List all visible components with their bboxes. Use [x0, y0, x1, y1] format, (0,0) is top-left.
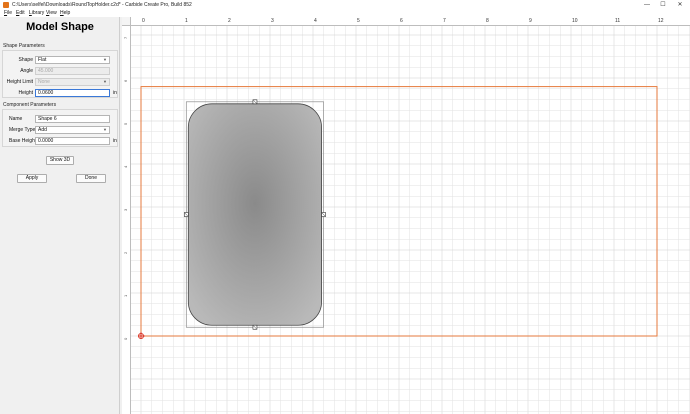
top-ruler-label: 2 [228, 18, 231, 24]
menu-edit[interactable]: Edit [16, 10, 25, 17]
top-ruler-label: 12 [658, 18, 664, 24]
chevron-down-icon: ▼ [103, 57, 107, 62]
panel-title: Model Shape [26, 21, 94, 33]
top-ruler-label: 4 [314, 18, 317, 24]
merge-type-label: Merge Type [9, 127, 36, 133]
carbide-app-icon [3, 2, 9, 8]
left-ruler-label: 4 [123, 165, 128, 168]
close-icon[interactable]: ✕ [673, 0, 687, 10]
menu-help[interactable]: Help [60, 10, 70, 17]
height-limit-dropdown: None ▼ [35, 78, 110, 86]
apply-button[interactable]: Apply [17, 174, 47, 183]
origin-marker-icon [138, 332, 145, 339]
component-parameters-group: Name Shape 6 Merge Type Add ▼ Base Heigh… [2, 109, 118, 147]
top-ruler-label: 8 [486, 18, 489, 24]
left-ruler-label: 5 [123, 122, 128, 125]
ruler-corner [122, 17, 131, 26]
top-ruler-label: 7 [443, 18, 446, 24]
base-height-label: Base Height [9, 138, 37, 144]
shape-parameters-label: Shape Parameters [3, 43, 45, 49]
minimize-icon[interactable]: — [640, 0, 654, 10]
left-ruler-label: 3 [123, 208, 128, 211]
shape-dropdown[interactable]: Flat ▼ [35, 56, 110, 64]
left-ruler-label: 0 [123, 337, 128, 340]
height-label: Height [18, 90, 33, 96]
top-ruler-label: 6 [400, 18, 403, 24]
left-ruler: 7 6 5 4 3 2 1 0 [122, 26, 131, 414]
chevron-down-icon: ▼ [103, 127, 107, 132]
menu-library[interactable]: Library [29, 10, 44, 17]
height-limit-value: None [38, 79, 50, 85]
top-ruler-label: 0 [142, 18, 145, 24]
height-input[interactable]: 0.0600 [35, 89, 110, 97]
angle-input: 45.000 [35, 67, 110, 75]
chevron-down-icon: ▼ [103, 79, 107, 84]
workspace-grid[interactable] [131, 26, 690, 414]
left-ruler-label: 7 [123, 36, 128, 39]
name-label: Name [9, 116, 23, 122]
app-window: C:\Users\selfel\Downloads\RoundTopHolder… [0, 0, 690, 414]
top-ruler-label: 10 [572, 18, 578, 24]
menu-file[interactable]: File [4, 10, 12, 17]
workspace-drawing[interactable] [131, 26, 690, 414]
name-input[interactable]: Shape 6 [35, 115, 110, 123]
menu-bar: File Edit Library View Help [0, 10, 690, 17]
shape-value: Flat [38, 57, 47, 63]
title-bar: C:\Users\selfel\Downloads\RoundTopHolder… [0, 0, 690, 10]
top-ruler-label: 9 [529, 18, 532, 24]
design-canvas[interactable]: 0 1 2 3 4 5 6 7 8 9 10 11 12 76543210 [122, 17, 690, 414]
done-button[interactable]: Done [76, 174, 106, 183]
left-ruler-label: 6 [123, 79, 128, 82]
height-limit-label: Height Limit [6, 79, 33, 85]
component-parameters-label: Component Parameters [3, 102, 57, 108]
model-shape-panel: Model Shape Shape Parameters Shape Flat … [0, 17, 120, 414]
maximize-icon[interactable]: ☐ [656, 0, 670, 10]
top-ruler-label: 3 [271, 18, 274, 24]
shape-parameters-group: Shape Flat ▼ Angle 45.000 Height Limit N… [2, 50, 118, 98]
height-unit: in [113, 90, 117, 96]
top-ruler-label: 1 [185, 18, 188, 24]
model-shape[interactable] [187, 103, 323, 326]
menu-view[interactable]: View [46, 10, 57, 17]
top-ruler-label: 11 [615, 18, 621, 24]
shape-label: Shape [18, 57, 33, 63]
angle-label: Angle [20, 68, 33, 74]
base-height-unit: in [113, 138, 117, 144]
merge-type-dropdown[interactable]: Add ▼ [35, 126, 110, 134]
base-height-input[interactable]: 0.0000 [35, 137, 110, 145]
left-ruler-label: 1 [123, 294, 128, 297]
merge-type-value: Add [38, 127, 47, 133]
top-ruler-label: 5 [357, 18, 360, 24]
left-ruler-label: 2 [123, 251, 128, 254]
show-3d-button[interactable]: Show 3D [46, 156, 74, 165]
top-ruler: 0 1 2 3 4 5 6 7 8 9 10 11 12 [122, 17, 690, 26]
window-title: C:\Users\selfel\Downloads\RoundTopHolder… [12, 2, 192, 8]
